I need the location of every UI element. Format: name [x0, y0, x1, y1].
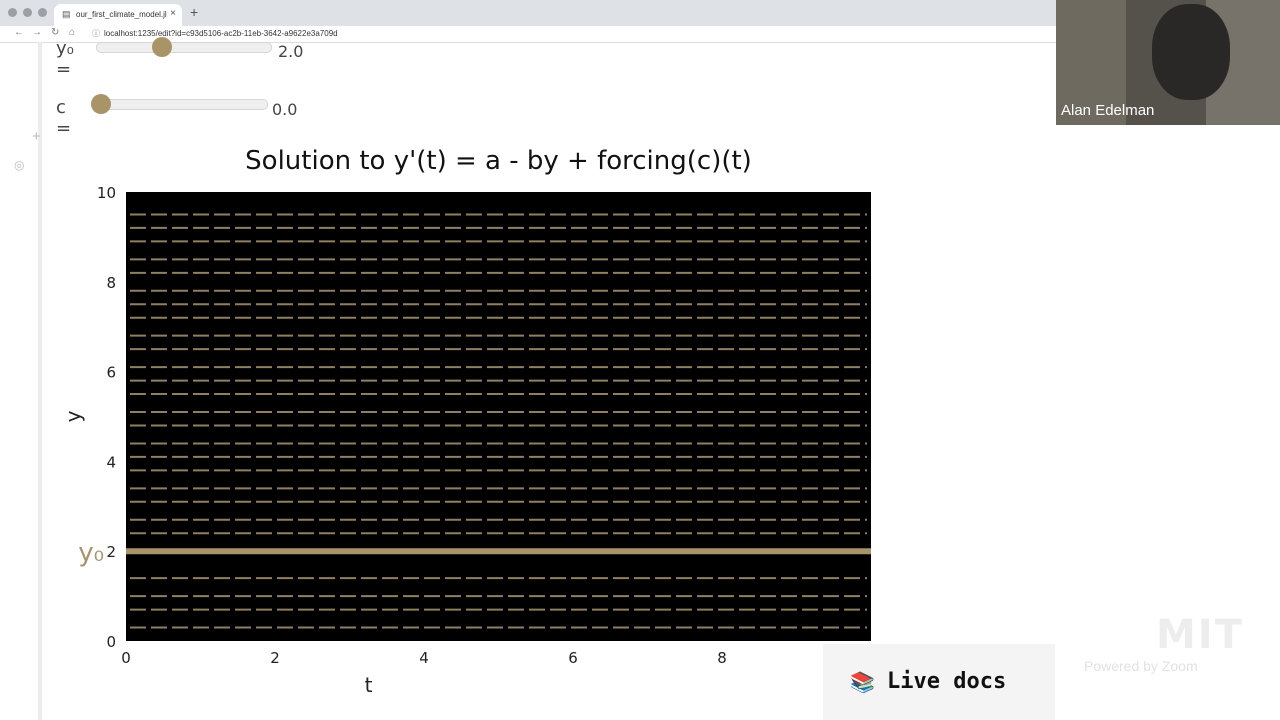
- x-tick-label: 4: [419, 649, 429, 667]
- screen: { "browser": { "tab_title": "our_first_c…: [0, 0, 1280, 720]
- x-axis-label: t: [365, 673, 373, 697]
- y-tick-label: 0: [106, 633, 116, 651]
- mit-logo: MIT: [1156, 612, 1244, 658]
- y0-annotation: y₀: [78, 538, 104, 568]
- y-tick-label: 10: [97, 184, 116, 202]
- participant-silhouette: [1152, 4, 1230, 100]
- x-tick-label: 8: [717, 649, 727, 667]
- y-tick-label: 4: [106, 453, 116, 471]
- y-tick-label: 6: [106, 364, 116, 382]
- live-docs-label[interactable]: Live docs: [887, 669, 1006, 694]
- y-axis-label: y: [61, 410, 85, 422]
- x-tick-label: 2: [270, 649, 280, 667]
- y-tick-label: 2: [106, 543, 116, 561]
- zoom-watermark: Powered by Zoom: [1084, 658, 1198, 674]
- y-tick-label: 8: [106, 274, 116, 292]
- participant-name: Alan Edelman: [1061, 102, 1155, 119]
- x-tick-label: 0: [121, 649, 131, 667]
- x-tick-label: 6: [568, 649, 578, 667]
- books-icon: 📚: [850, 672, 875, 694]
